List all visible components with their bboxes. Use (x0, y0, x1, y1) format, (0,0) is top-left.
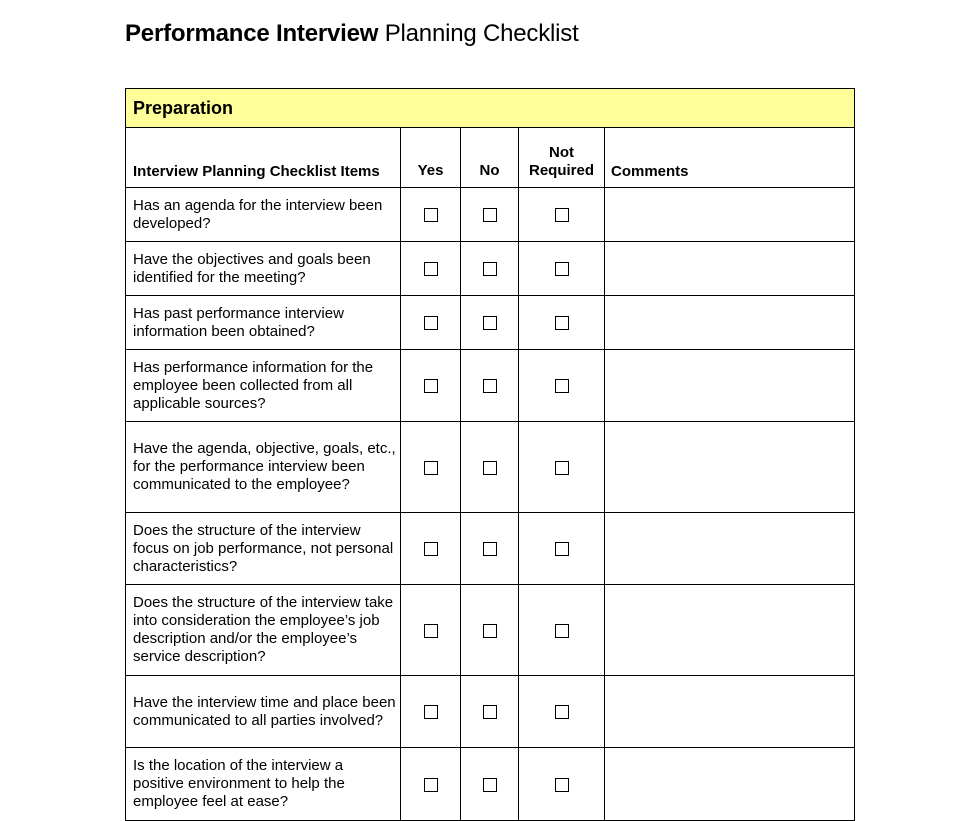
checkbox-no[interactable] (482, 379, 497, 394)
comment-field[interactable] (603, 675, 856, 748)
cell-not-required (518, 747, 605, 821)
checkbox-no[interactable] (482, 316, 497, 331)
cell-no (460, 421, 519, 513)
checkbox-yes[interactable] (423, 262, 438, 277)
column-header-not-required: Not Required (518, 127, 605, 188)
checklist-question: Have the interview time and place been c… (125, 675, 401, 748)
title-bold: Performance Interview (125, 20, 379, 47)
column-header-no: No (460, 127, 519, 188)
checkbox-yes[interactable] (423, 208, 438, 223)
checkbox-not-required[interactable] (554, 777, 569, 792)
cell-no (460, 295, 519, 350)
checkbox-no[interactable] (482, 777, 497, 792)
cell-not-required (518, 349, 605, 422)
checkbox-no[interactable] (482, 705, 497, 720)
cell-no (460, 349, 519, 422)
comment-field[interactable] (603, 241, 856, 296)
checkbox-no[interactable] (482, 542, 497, 557)
cell-not-required (518, 241, 605, 296)
cell-no (460, 512, 519, 585)
cell-not-required (518, 295, 605, 350)
cell-no (460, 747, 519, 821)
checkbox-not-required[interactable] (554, 262, 569, 277)
checklist-row: Is the location of the interview a posit… (125, 747, 856, 821)
checkbox-not-required[interactable] (554, 208, 569, 223)
cell-no (460, 187, 519, 242)
cell-yes (400, 187, 461, 242)
comment-field[interactable] (603, 295, 856, 350)
checkbox-yes[interactable] (423, 705, 438, 720)
checklist-question: Have the objectives and goals been ident… (125, 241, 401, 296)
checkbox-not-required[interactable] (554, 623, 569, 638)
checklist-question: Have the agenda, objective, goals, etc.,… (125, 421, 401, 513)
cell-yes (400, 675, 461, 748)
checklist-row: Have the agenda, objective, goals, etc.,… (125, 421, 856, 513)
page-title: Performance Interview Planning Checklist (125, 20, 579, 48)
comment-field[interactable] (603, 584, 856, 676)
checklist-table: Preparation Interview Planning Checklist… (124, 88, 856, 821)
comment-field[interactable] (603, 747, 856, 821)
checkbox-yes[interactable] (423, 623, 438, 638)
not-required-line1: Not (549, 144, 574, 161)
checklist-row: Have the interview time and place been c… (125, 675, 856, 748)
checklist-question: Does the structure of the interview focu… (125, 512, 401, 585)
column-header-row: Interview Planning Checklist Items Yes N… (125, 127, 856, 188)
checklist-question: Has performance information for the empl… (125, 349, 401, 422)
checklist-question: Does the structure of the interview take… (125, 584, 401, 676)
checklist-row: Does the structure of the interview take… (125, 584, 856, 676)
column-header-items: Interview Planning Checklist Items (125, 127, 401, 188)
checklist-row: Has performance information for the empl… (125, 349, 856, 422)
checkbox-yes[interactable] (423, 542, 438, 557)
comment-field[interactable] (603, 512, 856, 585)
checklist-question: Is the location of the interview a posit… (125, 747, 401, 821)
cell-no (460, 584, 519, 676)
checkbox-not-required[interactable] (554, 379, 569, 394)
checkbox-yes[interactable] (423, 379, 438, 394)
cell-no (460, 241, 519, 296)
title-regular: Planning Checklist (384, 20, 579, 47)
checklist-question: Has an agenda for the interview been dev… (125, 187, 401, 242)
cell-yes (400, 512, 461, 585)
cell-yes (400, 421, 461, 513)
checklist-question: Has past performance interview informati… (125, 295, 401, 350)
checklist-row: Has an agenda for the interview been dev… (125, 187, 856, 242)
cell-not-required (518, 512, 605, 585)
cell-yes (400, 747, 461, 821)
checkbox-no[interactable] (482, 262, 497, 277)
not-required-line2: Required (528, 162, 594, 179)
comment-field[interactable] (603, 349, 856, 422)
cell-not-required (518, 675, 605, 748)
column-header-yes: Yes (400, 127, 461, 188)
checklist-row: Have the objectives and goals been ident… (125, 241, 856, 296)
section-label: Preparation (124, 88, 856, 128)
cell-not-required (518, 187, 605, 242)
comment-field[interactable] (603, 421, 856, 513)
checkbox-not-required[interactable] (554, 460, 569, 475)
cell-not-required (518, 421, 605, 513)
comment-field[interactable] (603, 187, 856, 242)
cell-not-required (518, 584, 605, 676)
section-header-row: Preparation (124, 88, 856, 128)
checkbox-yes[interactable] (423, 460, 438, 475)
checkbox-no[interactable] (482, 208, 497, 223)
checkbox-yes[interactable] (423, 316, 438, 331)
cell-yes (400, 349, 461, 422)
checkbox-not-required[interactable] (554, 705, 569, 720)
column-header-comments: Comments (603, 127, 856, 188)
cell-yes (400, 584, 461, 676)
cell-yes (400, 295, 461, 350)
checkbox-not-required[interactable] (554, 542, 569, 557)
checklist-row: Has past performance interview informati… (125, 295, 856, 350)
checkbox-not-required[interactable] (554, 316, 569, 331)
checkbox-no[interactable] (482, 460, 497, 475)
checkbox-yes[interactable] (423, 777, 438, 792)
checklist-row: Does the structure of the interview focu… (125, 512, 856, 585)
checkbox-no[interactable] (482, 623, 497, 638)
cell-yes (400, 241, 461, 296)
cell-no (460, 675, 519, 748)
